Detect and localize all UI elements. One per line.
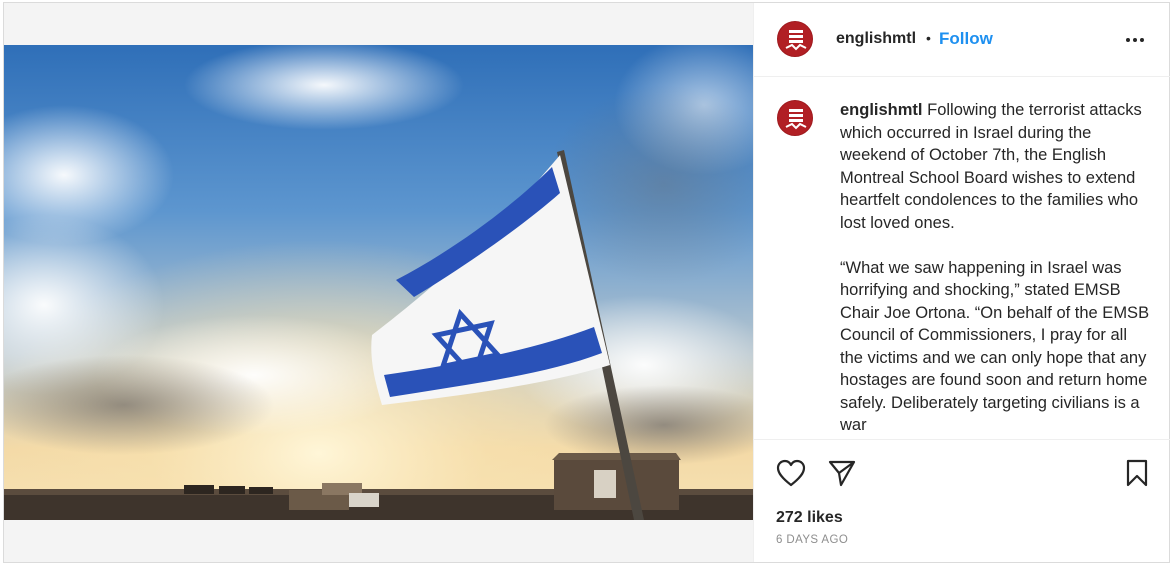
post-dialog: englishmtl • Follow englishmtl Following… [3,2,1170,563]
avatar[interactable] [777,21,813,57]
username[interactable]: englishmtl [836,30,916,48]
dot-icon [1133,38,1137,42]
more-options-icon[interactable] [1122,27,1148,53]
comments-scroll[interactable]: englishmtl Following the terrorist attac… [754,78,1170,440]
action-bar [754,443,1170,503]
dot-icon [1140,38,1144,42]
paper-plane-icon[interactable] [827,459,857,487]
post-caption: englishmtl Following the terrorist attac… [840,99,1150,439]
post-photo[interactable] [4,45,753,520]
caption-avatar[interactable] [777,100,813,136]
post-header: englishmtl • Follow [754,3,1170,77]
follow-button[interactable]: Follow [939,29,993,49]
dot-icon [1126,38,1130,42]
heart-icon[interactable] [776,459,806,487]
likes-count[interactable]: 272 likes [776,509,843,527]
post-sidebar: englishmtl • Follow englishmtl Following… [753,3,1170,562]
caption-paragraph: “What we saw happening in Israel was hor… [840,258,1150,435]
separator-dot: • [926,30,931,46]
caption-paragraph: englishmtl Following the terrorist attac… [840,99,1150,234]
caption-text: Following the terrorist attacks which oc… [840,101,1142,232]
media-pane [4,3,753,562]
post-timestamp[interactable]: 6 DAYS AGO [776,534,848,546]
bookmark-icon[interactable] [1124,459,1150,487]
caption-username[interactable]: englishmtl [840,101,923,119]
